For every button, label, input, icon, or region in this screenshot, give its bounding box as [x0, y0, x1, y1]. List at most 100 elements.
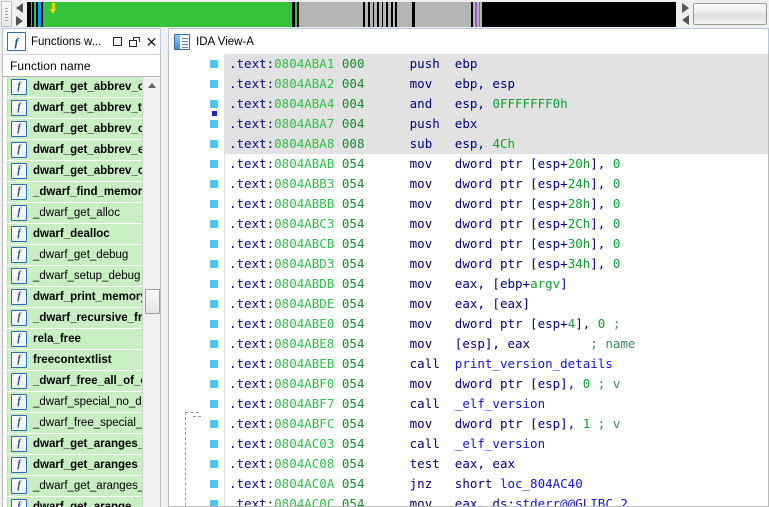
breakpoint-dot-icon[interactable]	[210, 240, 218, 248]
function-list-item[interactable]: f _dwarf_free_all_of_o	[3, 371, 143, 392]
navigator-left-arrows[interactable]	[12, 1, 26, 27]
disassembly-line[interactable]: .text:0804ABF0 054 mov dword ptr [esp], …	[225, 374, 768, 394]
function-list-item[interactable]: f _dwarf_recursive_fre	[3, 308, 143, 329]
function-list-item[interactable]: f dwarf_get_abbrev_ta	[3, 98, 143, 119]
triangle-right-icon[interactable]	[681, 3, 689, 13]
functions-window-titlebar[interactable]: f Functions w... ✕	[2, 28, 161, 54]
navigator-zoom-slider[interactable]	[693, 3, 767, 25]
function-name-column-header[interactable]: Function name	[2, 54, 161, 77]
instruction-immediate: 0	[612, 196, 621, 211]
breakpoint-dot-icon[interactable]	[210, 280, 218, 288]
breakpoint-dot-icon[interactable]	[210, 220, 218, 228]
function-list-item[interactable]: f dwarf_get_arange	[3, 497, 143, 507]
disassembly-line[interactable]: .text:0804ABE8 054 mov [esp], eax ; name	[225, 334, 768, 354]
disassembly-line[interactable]: .text:0804ABB3 054 mov dword ptr [esp+24…	[225, 174, 768, 194]
list-row-gutter	[3, 392, 8, 412]
scroll-thumb[interactable]	[145, 289, 160, 314]
disassembly-line[interactable]: .text:0804ABDE 054 mov eax, [eax]	[225, 294, 768, 314]
breakpoint-dot-icon[interactable]	[210, 420, 218, 428]
drag-grip-icon[interactable]	[1, 1, 12, 27]
breakpoint-dot-icon[interactable]	[210, 160, 218, 168]
function-list-item[interactable]: f dwarf_get_abbrev_cl	[3, 119, 143, 140]
disassembly-line[interactable]: .text:0804AC03 054 call _elf_version	[225, 434, 768, 454]
breakpoint-dot-icon[interactable]	[210, 320, 218, 328]
functions-window: f Functions w... ✕ Function name f dwarf_…	[0, 28, 163, 507]
breakpoint-dot-icon[interactable]	[210, 300, 218, 308]
instruction-mnemonic: call	[364, 436, 455, 451]
breakpoint-dot-icon[interactable]	[210, 60, 218, 68]
functions-list-scrollbar[interactable]	[142, 77, 160, 507]
functions-list[interactable]: f dwarf_get_abbrev_c f dwarf_get_abbrev_ta f…	[3, 77, 143, 507]
scroll-up-arrow[interactable]	[143, 77, 160, 94]
function-list-item[interactable]: f dwarf_dealloc	[3, 224, 143, 245]
function-list-item[interactable]: f _dwarf_setup_debug	[3, 266, 143, 287]
breakpoint-dot-icon[interactable]	[210, 200, 218, 208]
breakpoint-dot-icon[interactable]	[210, 380, 218, 388]
disassembly-line[interactable]: .text:0804AC0C 054 mov eax, ds:stderr@@G…	[225, 494, 768, 506]
breakpoint-dot-icon[interactable]	[210, 180, 218, 188]
function-list-item[interactable]: f _dwarf_find_memory	[3, 182, 143, 203]
disassembly-line[interactable]: .text:0804ABCB 054 mov dword ptr [esp+30…	[225, 234, 768, 254]
disassembly-line[interactable]: .text:0804ABEB 054 call print_version_de…	[225, 354, 768, 374]
function-list-item[interactable]: f _dwarf_special_no_db	[3, 392, 143, 413]
disassembly-line[interactable]: .text:0804ABAB 054 mov dword ptr [esp+20…	[225, 154, 768, 174]
function-list-item[interactable]: f dwarf_print_memory	[3, 287, 143, 308]
list-row-gutter	[3, 497, 8, 507]
triangle-left-icon[interactable]	[681, 15, 689, 25]
disassembly-line[interactable]: .text:0804ABF7 054 call _elf_version	[225, 394, 768, 414]
disassembly-body[interactable]: .text:0804ABA1 000 push ebp .text:0804ABA…	[168, 54, 769, 507]
breakpoint-dot-icon[interactable]	[210, 140, 218, 148]
function-name-label: freecontextlist	[33, 354, 112, 366]
breakpoint-dot-icon[interactable]	[210, 480, 218, 488]
disassembly-line[interactable]: .text:0804ABE0 054 mov dword ptr [esp+4]…	[225, 314, 768, 334]
triangle-right-icon[interactable]	[15, 15, 23, 26]
navigator-right-arrows[interactable]	[677, 1, 693, 27]
breakpoint-dot-icon[interactable]	[210, 360, 218, 368]
function-f-icon: f	[11, 268, 27, 284]
function-list-item[interactable]: f _dwarf_get_alloc	[3, 203, 143, 224]
disassembly-line[interactable]: .text:0804ABA2 004 mov ebp, esp	[225, 74, 768, 94]
list-row-gutter	[3, 413, 8, 433]
breakpoint-dot-icon[interactable]	[210, 460, 218, 468]
disassembly-line[interactable]: .text:0804ABFC 054 mov dword ptr [esp], …	[225, 414, 768, 434]
disassembly-line[interactable]: .text:0804ABA7 004 push ebx	[225, 114, 768, 134]
navigator-strip[interactable]	[27, 1, 676, 27]
triangle-left-icon[interactable]	[15, 2, 23, 13]
breakpoint-dot-icon[interactable]	[210, 500, 218, 506]
function-list-item[interactable]: f _dwarf_get_debug	[3, 245, 143, 266]
disassembly-listing[interactable]: .text:0804ABA1 000 push ebp .text:0804ABA…	[224, 54, 768, 506]
breakpoint-dot-icon[interactable]	[210, 260, 218, 268]
disassembly-line[interactable]: .text:0804ABDB 054 mov eax, [ebp+argv]	[225, 274, 768, 294]
disassembly-line[interactable]: .text:0804ABC3 054 mov dword ptr [esp+2C…	[225, 214, 768, 234]
navigator-band[interactable]	[0, 0, 769, 28]
breakpoint-dot-icon[interactable]	[210, 100, 218, 108]
cascade-window-button[interactable]	[126, 32, 143, 52]
ida-view-a-titlebar[interactable]: IDA View-A	[168, 28, 769, 54]
function-list-item[interactable]: f dwarf_get_abbrev_c	[3, 161, 143, 182]
function-list-item[interactable]: f dwarf_get_abbrev_e	[3, 140, 143, 161]
disassembly-line[interactable]: .text:0804ABBB 054 mov dword ptr [esp+28…	[225, 194, 768, 214]
close-window-button[interactable]: ✕	[143, 32, 160, 52]
disassembly-line[interactable]: .text:0804ABD3 054 mov dword ptr [esp+34…	[225, 254, 768, 274]
function-list-item[interactable]: f dwarf_get_aranges	[3, 455, 143, 476]
breakpoint-dot-icon[interactable]	[210, 340, 218, 348]
function-list-item[interactable]: f dwarf_get_abbrev_c	[3, 77, 143, 98]
function-list-item[interactable]: f _dwarf_get_aranges_	[3, 476, 143, 497]
disassembly-line[interactable]: .text:0804AC08 054 test eax, eax	[225, 454, 768, 474]
breakpoint-dot-icon[interactable]	[210, 120, 218, 128]
stack-offset: 054	[334, 296, 365, 311]
disassembly-line[interactable]: .text:0804ABA4 004 and esp, 0FFFFFFF0h	[225, 94, 768, 114]
function-list-item[interactable]: f freecontextlist	[3, 350, 143, 371]
disassembly-line[interactable]: .text:0804AC0A 054 jnz short loc_804AC40	[225, 474, 768, 494]
function-list-item[interactable]: f rela_free	[3, 329, 143, 350]
disassembly-line[interactable]: .text:0804ABA1 000 push ebp	[225, 54, 768, 74]
function-list-item[interactable]: f _dwarf_free_special_	[3, 413, 143, 434]
function-f-icon: f	[11, 79, 27, 95]
breakpoint-dot-column[interactable]	[206, 54, 224, 506]
function-list-item[interactable]: f dwarf_get_aranges_l	[3, 434, 143, 455]
breakpoint-dot-icon[interactable]	[210, 80, 218, 88]
restore-window-button[interactable]	[109, 32, 126, 52]
breakpoint-dot-icon[interactable]	[210, 400, 218, 408]
disassembly-line[interactable]: .text:0804ABA8 008 sub esp, 4Ch	[225, 134, 768, 154]
breakpoint-dot-icon[interactable]	[210, 440, 218, 448]
